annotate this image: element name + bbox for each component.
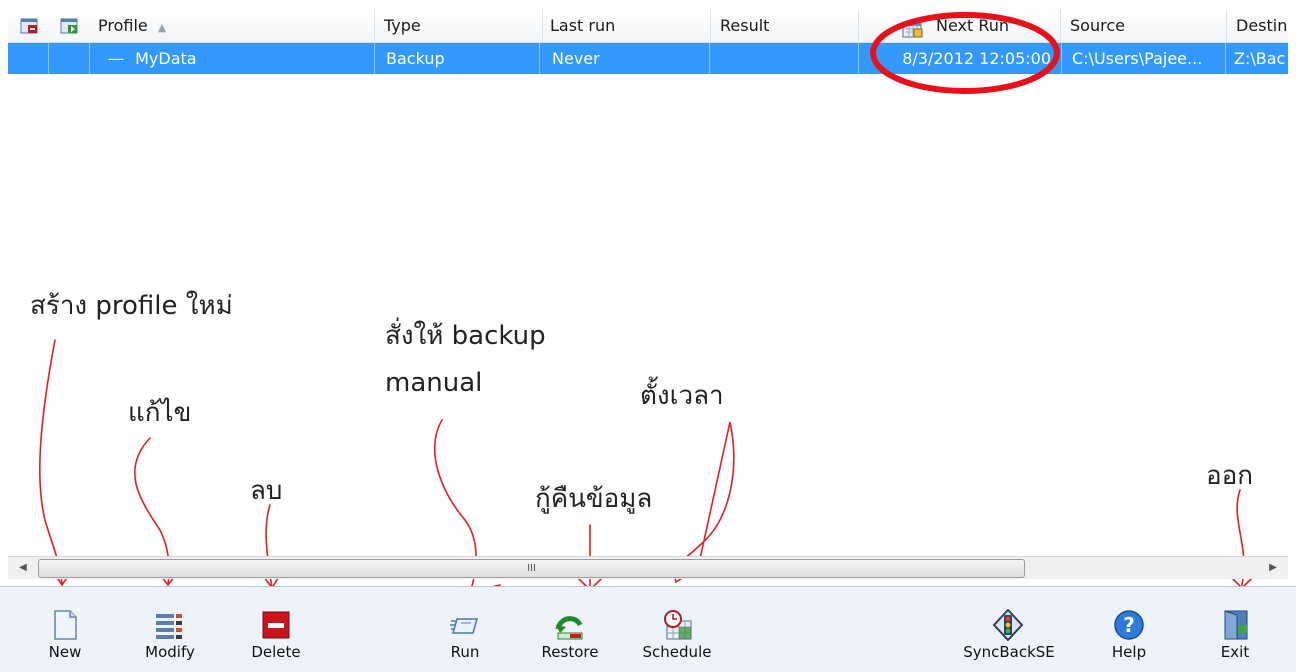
delete-icon — [260, 609, 292, 641]
tree-line-icon: — — [108, 49, 124, 68]
annotation-exit: ออก — [1206, 461, 1253, 491]
new-profile-icon[interactable] — [20, 18, 38, 34]
annotation-new: สร้าง profile ใหม่ — [30, 291, 233, 321]
arrow-new — [38, 339, 73, 587]
schedule-label: Schedule — [642, 643, 712, 661]
exit-label: Exit — [1220, 643, 1250, 661]
row-destination: Z:\Bac — [1234, 49, 1286, 68]
modify-icon — [154, 609, 186, 641]
scroll-right-button[interactable]: ▶ — [1262, 557, 1284, 579]
help-label: Help — [1111, 643, 1147, 661]
row-checkbox-cell[interactable] — [8, 43, 49, 74]
svg-text:?: ? — [1123, 613, 1135, 637]
scrollbar-grip: III — [527, 563, 536, 574]
column-next-run[interactable]: Next Run — [858, 10, 1061, 42]
column-last-run-label: Last run — [550, 16, 616, 35]
column-type-label: Type — [384, 16, 421, 35]
new-button[interactable]: New — [20, 587, 110, 672]
scroll-left-button[interactable]: ◀ — [12, 557, 34, 579]
column-last-run[interactable]: Last run — [550, 10, 711, 42]
column-destination-label: Destin — [1236, 16, 1288, 35]
exit-button[interactable]: Exit — [1190, 587, 1280, 672]
column-type[interactable]: Type — [384, 10, 543, 42]
row-status-cell — [49, 43, 90, 74]
row-next-run: 8/3/2012 12:05:00 — [902, 49, 1051, 68]
run-icon — [449, 609, 481, 641]
column-destination[interactable]: Destin — [1236, 10, 1288, 42]
annotation-delete: ลบ — [250, 476, 283, 506]
annotation-modify: แก้ไข — [128, 398, 192, 428]
annotation-run-line1: สั่งให้ backup — [385, 321, 546, 351]
scrollbar-thumb[interactable]: III — [38, 559, 1025, 578]
schedule-icon — [661, 609, 693, 641]
calendar-icon — [902, 17, 924, 38]
help-icon: ? — [1113, 609, 1145, 641]
new-label: New — [48, 643, 82, 661]
column-result-label: Result — [720, 16, 770, 35]
column-profile-label: Profile — [98, 16, 148, 35]
column-next-run-label: Next Run — [936, 16, 1010, 35]
restore-button[interactable]: Restore — [525, 587, 615, 672]
row-type: Backup — [386, 49, 445, 68]
modify-label: Modify — [145, 643, 195, 661]
annotation-run-line2: manual — [385, 368, 483, 398]
horizontal-scrollbar[interactable]: ◀ III ▶ — [8, 556, 1288, 579]
help-button[interactable]: ? Help — [1084, 587, 1174, 672]
sort-ascending-icon: ▲ — [157, 21, 167, 34]
row-type-cell: Backup — [376, 43, 540, 74]
syncbackse-button[interactable]: SyncBackSE — [963, 587, 1055, 672]
run-profile-icon[interactable] — [60, 18, 78, 34]
row-profile-cell: — MyData — [90, 43, 375, 74]
table-row[interactable]: — MyData Backup Never 8/3/2012 12:05:00 … — [8, 43, 1288, 74]
row-last-run: Never — [552, 49, 600, 68]
row-last-run-cell: Never — [542, 43, 710, 74]
new-icon — [49, 609, 81, 641]
annotation-schedule: ตั้งเวลา — [640, 381, 724, 411]
syncbackse-label: SyncBackSE — [963, 643, 1055, 661]
restore-label: Restore — [541, 643, 599, 661]
column-profile[interactable]: Profile ▲ — [98, 10, 375, 42]
delete-label: Delete — [251, 643, 301, 661]
row-result-cell — [712, 43, 859, 74]
run-label: Run — [450, 643, 480, 661]
row-source: C:\Users\Pajee... — [1072, 49, 1203, 68]
bottom-toolbar: New Modify Delete Run Restore Schedule S… — [0, 586, 1296, 672]
column-source-label: Source — [1070, 16, 1125, 35]
restore-icon — [554, 609, 586, 641]
run-button[interactable]: Run — [420, 587, 510, 672]
row-source-cell: C:\Users\Pajee... — [1064, 43, 1226, 74]
column-result[interactable]: Result — [720, 10, 859, 42]
row-destination-cell: Z:\Bac — [1228, 43, 1288, 74]
syncbackse-icon — [992, 608, 1024, 642]
delete-button[interactable]: Delete — [231, 587, 321, 672]
row-next-run-cell: 8/3/2012 12:05:00 — [860, 43, 1062, 74]
modify-button[interactable]: Modify — [125, 587, 215, 672]
list-header: Profile ▲ Type Last run Result Next Run S… — [8, 10, 1288, 43]
row-profile: MyData — [135, 49, 197, 68]
annotation-restore: กู้คืนข้อมูล — [535, 484, 653, 514]
schedule-button[interactable]: Schedule — [632, 587, 722, 672]
exit-icon — [1219, 609, 1251, 641]
column-source[interactable]: Source — [1070, 10, 1227, 42]
